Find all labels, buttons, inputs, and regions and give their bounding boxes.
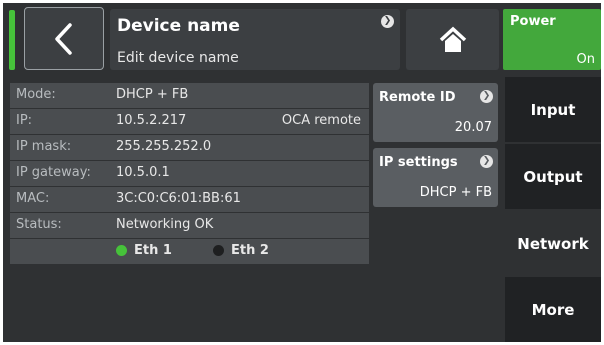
row-label: Mode: — [16, 87, 56, 102]
info-row-ip: IP: 10.5.2.217 OCA remote — [10, 109, 369, 134]
tab-input[interactable]: Input — [505, 77, 601, 142]
home-icon — [439, 26, 466, 52]
row-label: IP gateway: — [16, 165, 91, 180]
tab-network[interactable]: Network — [505, 211, 601, 276]
status-led-bar — [9, 10, 15, 70]
back-button[interactable] — [24, 7, 104, 70]
tab-output[interactable]: Output — [505, 144, 601, 209]
row-value: 10.5.2.217 — [116, 113, 187, 128]
power-button[interactable]: Power On — [503, 9, 601, 70]
network-info-table: Mode: DHCP + FB IP: 10.5.2.217 OCA remot… — [10, 83, 369, 265]
row-value: 3C:C0:C6:01:BB:61 — [116, 191, 241, 206]
chevron-right-icon: ❯ — [480, 90, 493, 103]
eth2-indicator: Eth 2 — [213, 243, 269, 258]
remote-id-button[interactable]: Remote ID ❯ 20.07 — [373, 83, 498, 142]
eth1-indicator: Eth 1 — [116, 243, 172, 258]
ip-settings-button[interactable]: IP settings ❯ DHCP + FB — [373, 148, 498, 207]
info-row-ip-gateway: IP gateway: 10.5.0.1 — [10, 161, 369, 186]
chevron-right-icon: ❯ — [381, 15, 394, 28]
oca-remote-label: OCA remote — [281, 113, 361, 128]
remote-id-value: 20.07 — [454, 120, 492, 135]
row-label: MAC: — [16, 191, 50, 206]
row-value: Networking OK — [116, 217, 214, 232]
row-value: 255.255.252.0 — [116, 139, 212, 154]
row-label: IP mask: — [16, 139, 72, 154]
device-name-subtitle: Edit device name — [117, 50, 239, 66]
info-row-mode: Mode: DHCP + FB — [10, 83, 369, 108]
row-value: 10.5.0.1 — [116, 165, 170, 180]
home-button[interactable] — [406, 9, 499, 70]
eth1-status-dot-icon — [116, 245, 127, 256]
ip-settings-value: DHCP + FB — [419, 185, 492, 200]
row-label: Status: — [16, 217, 62, 232]
device-name-button[interactable]: Device name Edit device name ❯ — [110, 9, 400, 70]
tab-more[interactable]: More — [505, 277, 601, 342]
chevron-left-icon — [55, 22, 72, 55]
info-row-ip-mask: IP mask: 255.255.252.0 — [10, 135, 369, 160]
info-row-mac: MAC: 3C:C0:C6:01:BB:61 — [10, 187, 369, 212]
eth2-status-dot-icon — [213, 245, 224, 256]
eth1-label: Eth 1 — [134, 243, 172, 258]
power-label: Power — [510, 14, 556, 29]
remote-id-label: Remote ID — [379, 90, 456, 105]
info-row-status: Status: Networking OK — [10, 213, 369, 238]
power-state: On — [576, 52, 595, 67]
row-value: DHCP + FB — [116, 87, 189, 102]
eth2-label: Eth 2 — [231, 243, 269, 258]
row-label: IP: — [16, 113, 33, 128]
device-name-title: Device name — [117, 16, 240, 36]
chevron-right-icon: ❯ — [480, 155, 493, 168]
info-row-ethernet: Eth 1 Eth 2 — [10, 239, 369, 264]
ip-settings-label: IP settings — [379, 155, 458, 170]
